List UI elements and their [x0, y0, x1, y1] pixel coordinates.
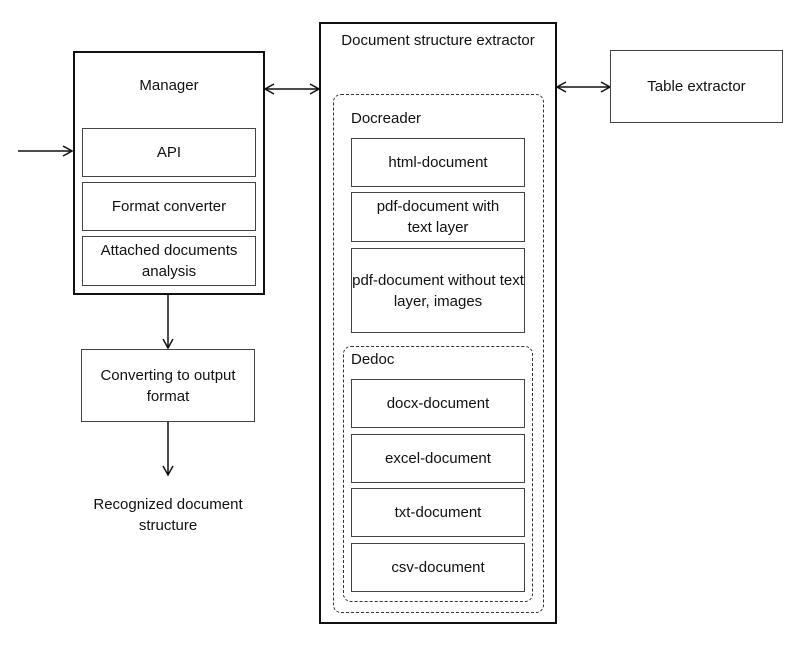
dedoc-item: excel-document — [351, 434, 525, 483]
output-converter-label: Converting to output format — [100, 366, 236, 405]
output-label: Recognized document structure — [93, 496, 243, 534]
attached-documents-module: Attached documents analysis — [82, 236, 256, 286]
manager-title: Manager — [139, 77, 199, 94]
docreader-item: html-document — [351, 138, 525, 187]
api-module: API — [82, 128, 256, 177]
attached-documents-label: Attached documents analysis — [100, 242, 238, 280]
docreader-item: pdf-document without text layer, images — [351, 248, 525, 333]
format-converter-module: Format converter — [82, 182, 256, 231]
format-converter-label: Format converter — [111, 198, 227, 215]
table-extractor-label: Table extractor — [647, 78, 746, 95]
api-module-label: API — [156, 144, 182, 161]
docreader-title: Docreader — [351, 110, 422, 127]
table-extractor-box: Table extractor — [610, 50, 783, 123]
dedoc-item: txt-document — [351, 488, 525, 537]
docreader-item: pdf-document with text layer — [351, 192, 525, 242]
extractor-title: Document structure extractor — [341, 32, 535, 49]
dedoc-item: docx-document — [351, 379, 525, 428]
dedoc-item: csv-document — [351, 543, 525, 592]
dedoc-title: Dedoc — [351, 351, 395, 368]
output-converter-box: Converting to output format — [81, 349, 255, 422]
